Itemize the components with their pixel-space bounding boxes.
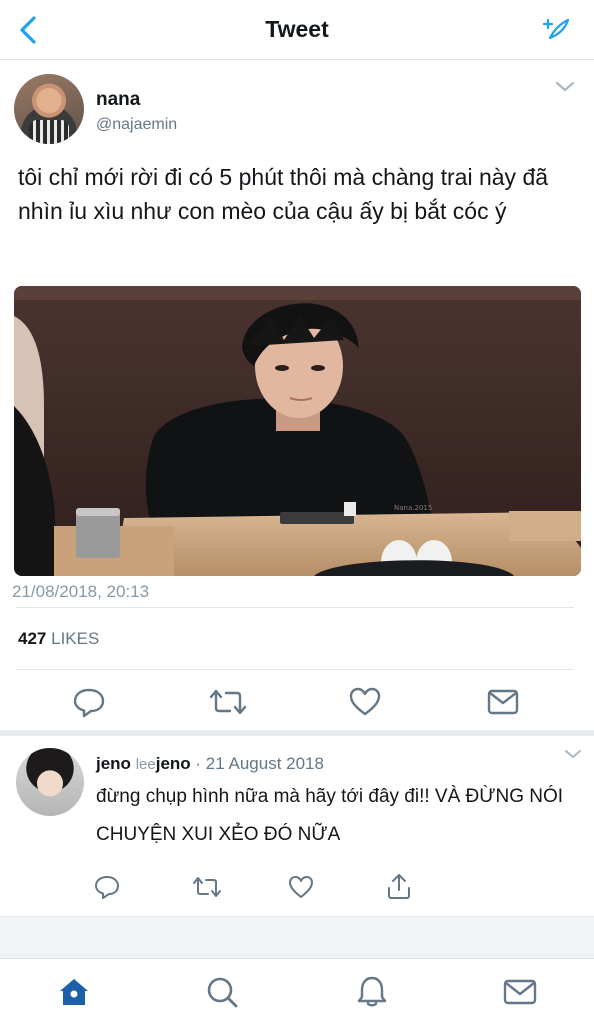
reply-date: · 21 August 2018 (195, 754, 324, 773)
tweet-actions (0, 680, 594, 724)
reply-handle-suffix: jeno (155, 754, 191, 773)
page-title: Tweet (265, 16, 329, 42)
bottom-tab-bar (0, 958, 594, 1024)
retweet-icon[interactable] (192, 874, 222, 900)
tweet-photo[interactable]: Nana.2015 (14, 286, 581, 576)
empty-area (0, 916, 594, 958)
reply-actions (0, 870, 594, 906)
top-nav-bar: Tweet (0, 0, 594, 60)
author-handle[interactable]: @najaemin (96, 116, 177, 134)
reply-handle-prefix: lee (135, 756, 156, 773)
reply-icon[interactable] (94, 874, 120, 900)
heart-icon[interactable] (288, 874, 314, 900)
divider (16, 669, 574, 670)
divider (16, 607, 574, 608)
chevron-down-icon[interactable] (554, 80, 576, 94)
search-icon[interactable] (204, 975, 240, 1009)
reply-text: đừng chụp hình nữa mà hãy tới đây đi!! V… (96, 786, 564, 845)
reply-icon[interactable] (72, 686, 106, 718)
likes-count: 427 (18, 629, 47, 648)
avatar[interactable] (16, 748, 84, 816)
heart-icon[interactable] (348, 686, 382, 718)
retweet-icon[interactable] (208, 686, 248, 718)
tweet-text: tôi chỉ mới rời đi có 5 phút thôi mà chà… (18, 164, 549, 224)
tweet-author: nana @najaemin (14, 74, 580, 146)
envelope-icon[interactable] (502, 975, 538, 1009)
author-name[interactable]: nana (96, 89, 140, 111)
back-chevron-icon[interactable] (14, 12, 44, 48)
bell-icon[interactable] (354, 975, 390, 1009)
share-icon[interactable] (386, 872, 412, 900)
envelope-icon[interactable] (486, 688, 520, 716)
reply-tweet[interactable]: jeno leejeno · 21 August 2018 đừng chụp … (0, 736, 594, 916)
reply-author: jeno leejeno · 21 August 2018 (96, 754, 324, 774)
tweet-detail-screen: Tweet nana @najaemin tôi chỉ mới rời đi … (0, 0, 594, 1024)
avatar[interactable] (14, 74, 84, 144)
likes-summary[interactable]: 427 LIKES (18, 629, 99, 649)
compose-icon[interactable] (542, 14, 572, 44)
reply-author-name[interactable]: jeno (96, 754, 131, 773)
tweet-timestamp: 21/08/2018, 20:13 (12, 582, 150, 601)
chevron-down-icon[interactable] (564, 748, 582, 760)
likes-label: LIKES (51, 629, 100, 648)
photo-illustration: Nana.2015 (14, 286, 581, 576)
home-icon[interactable] (56, 975, 92, 1009)
photo-watermark: Nana.2015 (394, 504, 432, 512)
